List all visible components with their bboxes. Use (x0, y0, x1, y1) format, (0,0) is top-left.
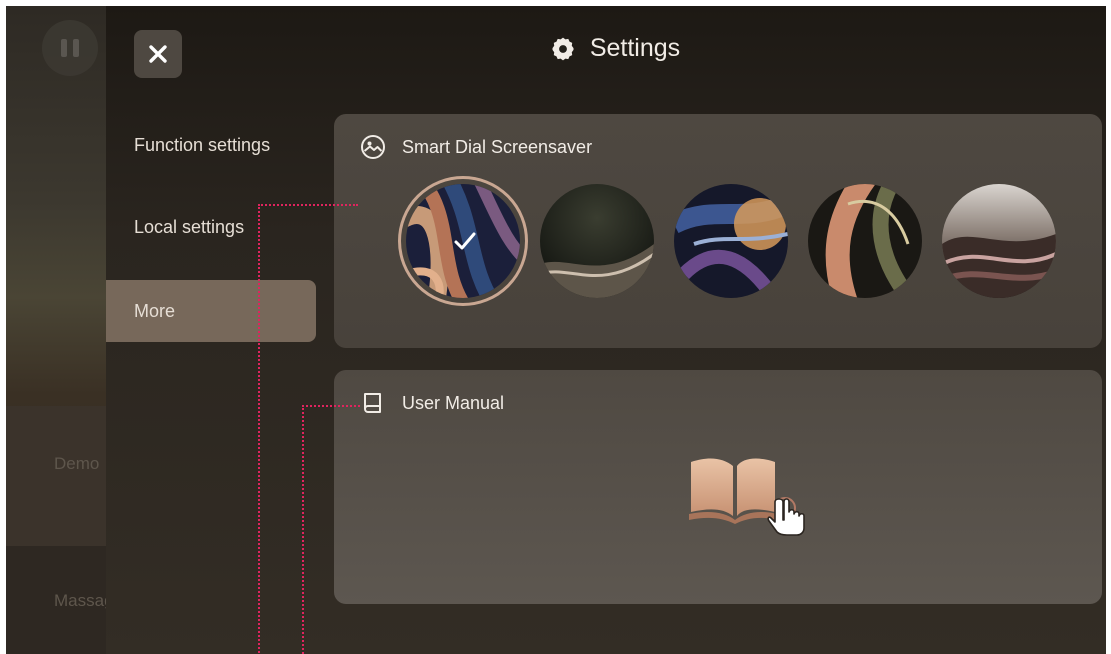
dial-option-3[interactable] (674, 184, 788, 298)
annotation-line (302, 405, 304, 654)
dial-option-5[interactable] (942, 184, 1056, 298)
dial-1-image (406, 184, 520, 298)
dial-4-image (808, 184, 922, 298)
page-title: Settings (589, 34, 681, 62)
pause-icon (42, 20, 98, 76)
annotation-line (258, 204, 358, 206)
dial-option-4[interactable] (808, 184, 922, 298)
dial-2-image (540, 184, 654, 298)
annotation-line (258, 204, 260, 654)
open-user-manual-button[interactable] (689, 452, 824, 542)
image-icon (361, 135, 385, 159)
gear-icon (552, 37, 574, 60)
annotation-line (302, 405, 360, 407)
dial-3-image (674, 184, 788, 298)
user-manual-title: User Manual (402, 392, 505, 413)
dial-option-2[interactable] (540, 184, 654, 298)
open-book-hand-icon (689, 458, 805, 536)
screensaver-header: Smart Dial Screensaver (360, 134, 592, 160)
menu-item-more[interactable]: More (106, 280, 316, 342)
screen: Demo Massage Settings Function settings … (6, 6, 1106, 654)
dial-5-image (942, 184, 1056, 298)
dial-option-1[interactable] (398, 176, 528, 306)
screensaver-title: Smart Dial Screensaver (402, 136, 593, 157)
user-manual-header: User Manual (360, 390, 504, 416)
screensaver-card: Smart Dial Screensaver (334, 114, 1102, 348)
user-manual-card: User Manual (334, 370, 1102, 604)
dial-options (398, 176, 1056, 306)
page-header: Settings (106, 34, 1106, 63)
menu-item-function-settings[interactable]: Function settings (106, 114, 316, 176)
book-icon (364, 393, 381, 413)
settings-panel: Settings Function settings Local setting… (106, 6, 1106, 654)
